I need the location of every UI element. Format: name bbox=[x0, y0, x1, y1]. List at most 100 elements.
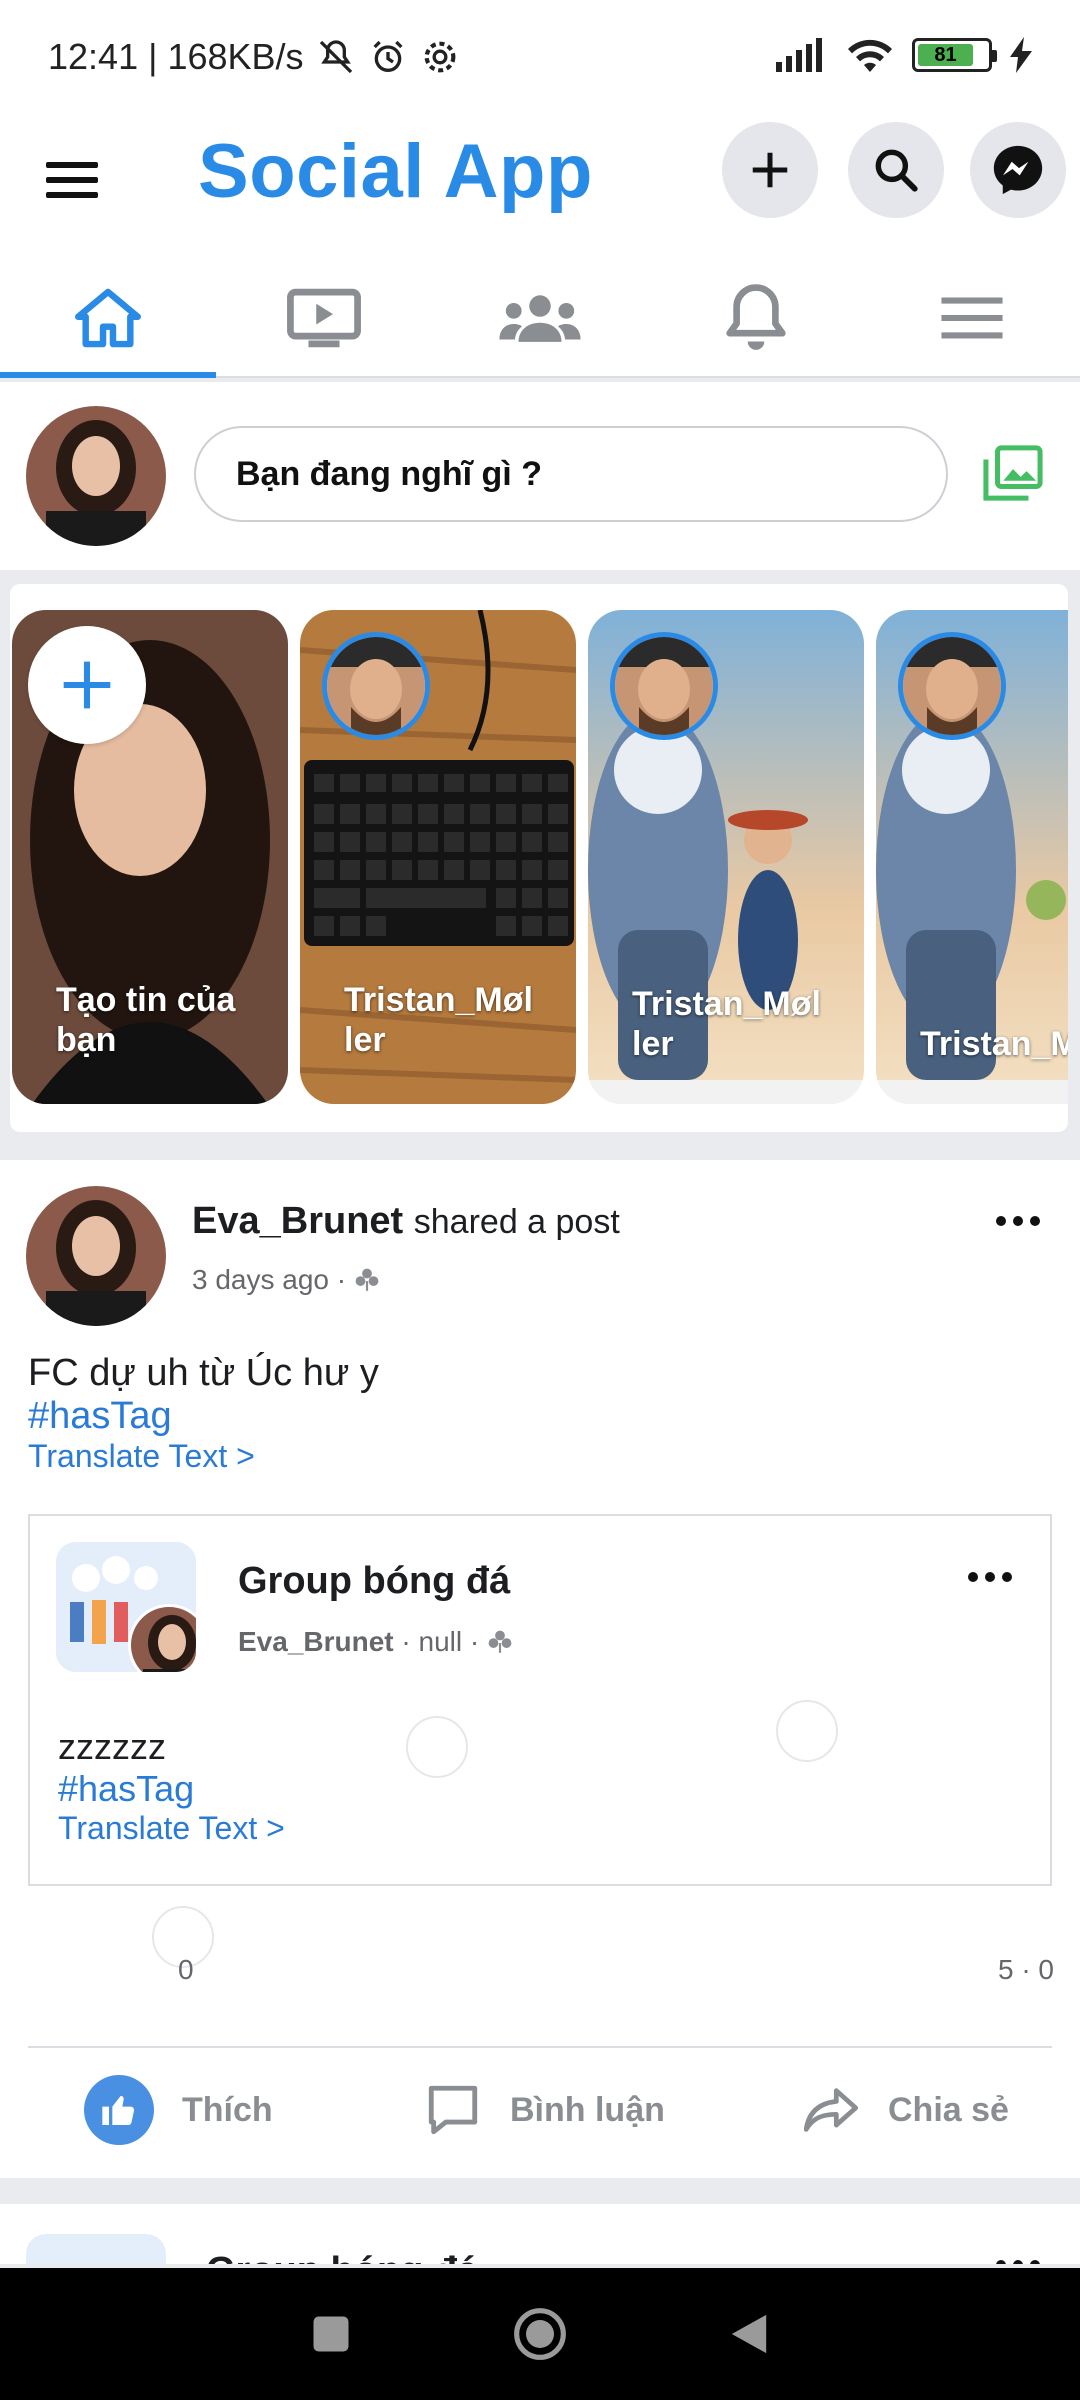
more-dot bbox=[1013, 1216, 1023, 1226]
story-avatar bbox=[610, 632, 718, 740]
plus-icon bbox=[752, 152, 788, 188]
comments-shares-count[interactable]: 5 · 0 bbox=[998, 1954, 1054, 1986]
story-label: Tristan_M ler bbox=[920, 1025, 1068, 1063]
avatar-image bbox=[26, 406, 166, 546]
status-bar: 12:41 | 168KB/s 81 bbox=[0, 0, 1080, 120]
more-dot bbox=[1030, 2260, 1040, 2264]
shared-post-card[interactable]: Group bóng đá Eva_Brunet · null · zzzzzz… bbox=[28, 1514, 1052, 1886]
comment-label: Bình luận bbox=[510, 2090, 665, 2129]
story-create[interactable]: Tạo tin của bạn bbox=[12, 610, 288, 1104]
system-nav-bar bbox=[0, 2268, 1080, 2400]
plus-icon bbox=[63, 661, 111, 709]
translate-link[interactable]: Translate Text > bbox=[28, 1438, 379, 1475]
battery-indicator: 81 bbox=[912, 38, 997, 72]
post-action-text: shared a post bbox=[413, 1203, 620, 1241]
more-dot bbox=[996, 1216, 1006, 1226]
settings-gear-icon bbox=[424, 41, 455, 73]
battery-level: 81 bbox=[918, 44, 974, 66]
story-label: Tristan_Møl ler bbox=[344, 981, 533, 1059]
share-label: Chia sẻ bbox=[888, 2090, 1009, 2129]
bell-icon bbox=[726, 284, 786, 350]
groups-icon bbox=[499, 295, 581, 342]
group-avatar[interactable] bbox=[26, 2234, 166, 2264]
share-button[interactable]: Chia sẻ bbox=[804, 2060, 1009, 2160]
next-post-more-button[interactable] bbox=[996, 2260, 1040, 2264]
story-avatar bbox=[898, 632, 1006, 740]
whats-on-your-mind-input[interactable]: Bạn đang nghĩ gì ? bbox=[194, 426, 948, 522]
shared-text: zzzzzz bbox=[58, 1726, 166, 1767]
story-card[interactable]: Tristan_Møl ler bbox=[300, 610, 576, 1104]
group-avatar[interactable] bbox=[56, 1542, 196, 1672]
post-more-button[interactable] bbox=[996, 1216, 1040, 1226]
comment-icon bbox=[428, 2085, 478, 2135]
photo-icon[interactable] bbox=[982, 444, 1044, 502]
more-dot bbox=[996, 2260, 1006, 2264]
next-feed-post: Group bóng đá bbox=[0, 2204, 1080, 2264]
like-icon bbox=[84, 2075, 154, 2145]
like-button[interactable]: Thích bbox=[84, 2060, 273, 2160]
post-author-avatar[interactable] bbox=[26, 1186, 166, 1326]
privacy-icon bbox=[355, 1268, 379, 1291]
status-left: 12:41 | 168KB/s bbox=[48, 36, 460, 78]
shared-author[interactable]: Eva_Brunet bbox=[238, 1626, 394, 1657]
app-header: Social App bbox=[0, 120, 1080, 260]
user-avatar[interactable] bbox=[26, 406, 166, 546]
tab-menu[interactable] bbox=[864, 260, 1080, 376]
app-title: Social App bbox=[198, 129, 593, 214]
share-icon bbox=[804, 2088, 859, 2132]
post-composer: Bạn đang nghĩ gì ? bbox=[0, 382, 1080, 570]
menu-icon bbox=[941, 297, 1003, 339]
add-story-button[interactable] bbox=[28, 626, 146, 744]
loading-spinner bbox=[776, 1700, 838, 1762]
story-card[interactable]: Tristan_Møl ler bbox=[588, 610, 864, 1104]
menu-line bbox=[46, 192, 98, 198]
post-author-name[interactable]: Eva_Brunet bbox=[192, 1200, 403, 1242]
feed-post: Eva_Brunet shared a post 3 days ago · FC… bbox=[0, 1160, 1080, 2178]
messenger-button[interactable] bbox=[970, 122, 1066, 218]
tab-watch[interactable] bbox=[216, 260, 432, 376]
menu-button[interactable] bbox=[46, 150, 106, 210]
create-button[interactable] bbox=[722, 122, 818, 218]
search-button[interactable] bbox=[848, 122, 944, 218]
main-tabs bbox=[0, 260, 1080, 378]
time-speed: 12:41 | 168KB/s bbox=[48, 36, 304, 77]
shared-meta: Eva_Brunet · null · bbox=[238, 1626, 513, 1658]
tab-home[interactable] bbox=[0, 260, 216, 378]
tab-notifications[interactable] bbox=[648, 260, 864, 376]
post-body: FC dự uh từ Úc hư y #hasTag Translate Te… bbox=[28, 1352, 379, 1475]
home-nav-icon[interactable] bbox=[512, 2306, 568, 2362]
recents-icon[interactable] bbox=[310, 2313, 352, 2355]
mute-icon bbox=[319, 40, 352, 74]
post-hashtag[interactable]: #hasTag bbox=[28, 1395, 379, 1438]
comment-button[interactable]: Bình luận bbox=[424, 2060, 665, 2160]
story-avatar bbox=[322, 632, 430, 740]
status-right: 81 bbox=[776, 36, 1032, 74]
loading-spinner bbox=[406, 1716, 468, 1778]
privacy-icon bbox=[488, 1630, 512, 1653]
next-post-title[interactable]: Group bóng đá bbox=[206, 2250, 478, 2264]
more-dot bbox=[1013, 2260, 1023, 2264]
menu-line bbox=[46, 177, 98, 183]
composer-placeholder: Bạn đang nghĩ gì ? bbox=[236, 454, 542, 493]
home-icon bbox=[75, 288, 141, 348]
tab-groups[interactable] bbox=[432, 260, 648, 376]
divider bbox=[28, 2046, 1052, 2048]
video-icon bbox=[287, 288, 361, 348]
back-icon[interactable] bbox=[728, 2310, 770, 2358]
shared-body: zzzzzz #hasTag Translate Text > bbox=[58, 1726, 285, 1847]
post-text: FC dự uh từ Úc hư y bbox=[28, 1352, 379, 1394]
post-time: 3 days ago · bbox=[192, 1264, 347, 1295]
reaction-count[interactable]: 0 bbox=[178, 1954, 194, 1986]
more-dot bbox=[968, 1572, 978, 1582]
alarm-icon bbox=[373, 40, 403, 72]
shared-translate-link[interactable]: Translate Text > bbox=[58, 1810, 285, 1847]
more-dot bbox=[1030, 1216, 1040, 1226]
story-card[interactable]: Tristan_M ler bbox=[876, 610, 1068, 1104]
signal-icon bbox=[776, 38, 822, 72]
avatar-image bbox=[26, 1186, 166, 1326]
shared-hashtag[interactable]: #hasTag bbox=[58, 1768, 285, 1810]
search-icon bbox=[875, 149, 918, 192]
group-name[interactable]: Group bóng đá bbox=[238, 1560, 510, 1603]
more-dot bbox=[985, 1572, 995, 1582]
shared-more-button[interactable] bbox=[968, 1572, 1012, 1582]
